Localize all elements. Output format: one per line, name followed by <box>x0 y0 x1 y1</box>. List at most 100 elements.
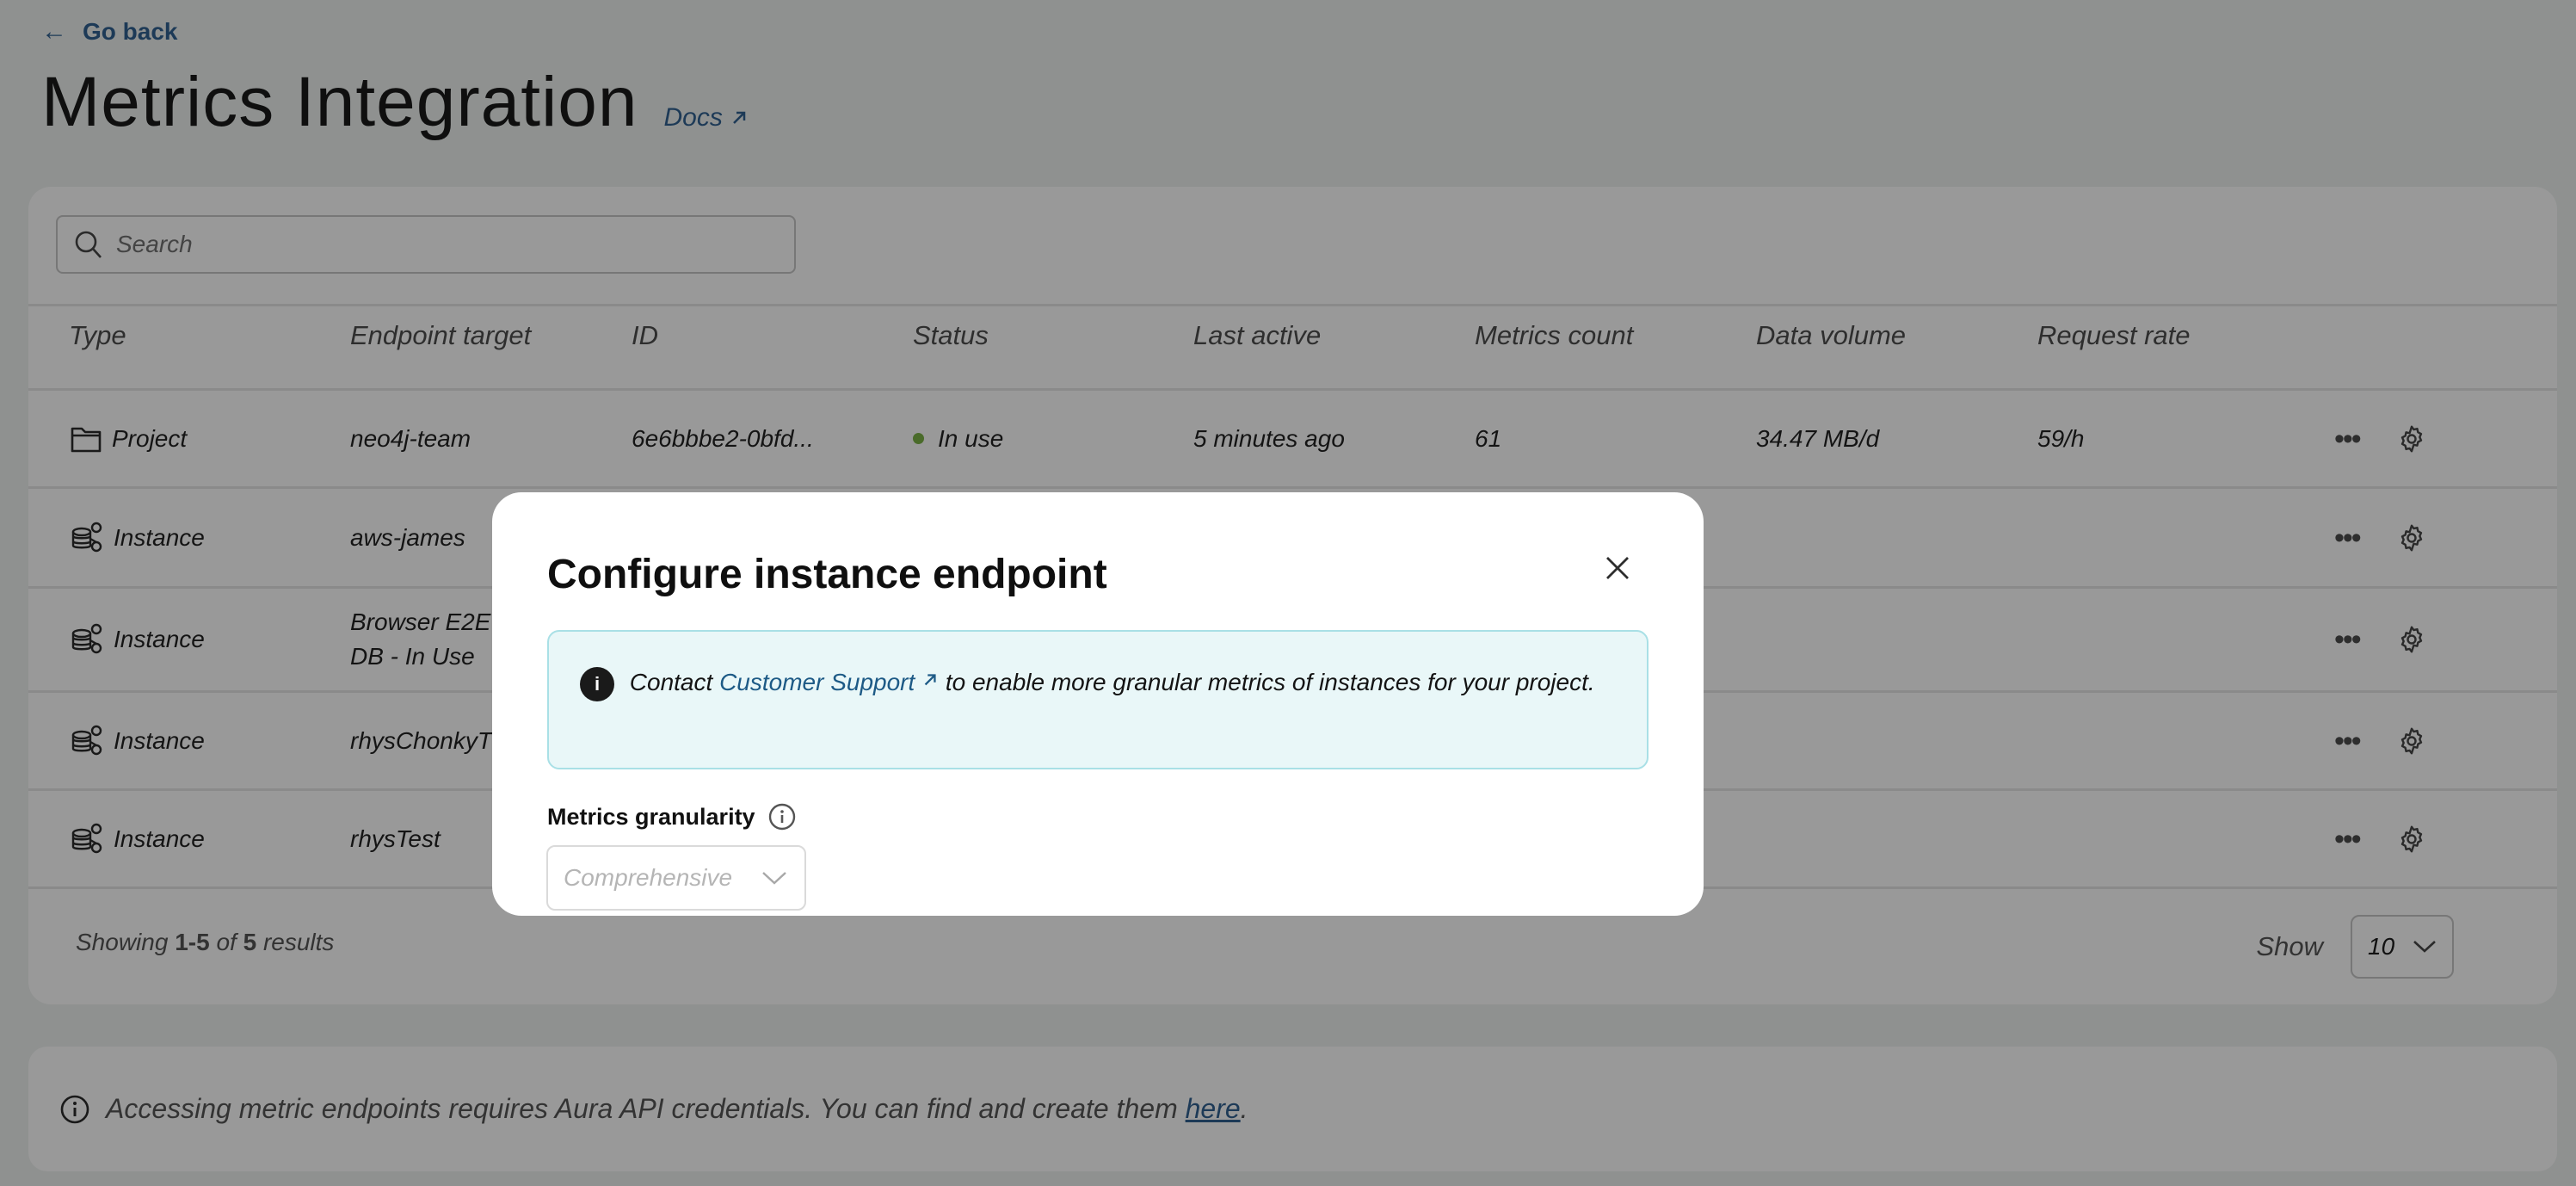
row-actions: ••• <box>2334 589 2427 690</box>
column-header-data-volume[interactable]: Data volume <box>1756 320 1906 351</box>
id-cell: 6e6bbbe2-0bfd... <box>632 424 814 452</box>
notice-message: Accessing metric endpoints requires Aura… <box>106 1093 1178 1124</box>
configure-endpoint-modal: Configure instance endpoint i Contact Cu… <box>492 492 1704 916</box>
search-input[interactable] <box>114 230 772 259</box>
field-label-text: Metrics granularity <box>547 803 755 830</box>
page-size-value: 10 <box>2368 933 2395 960</box>
search-field[interactable] <box>56 215 796 274</box>
endpoint-target-line2: DB - In Use <box>350 643 475 670</box>
notice-suffix: . <box>1240 1093 1248 1124</box>
type-cell: Instance <box>69 693 205 788</box>
gear-icon[interactable] <box>2396 423 2427 454</box>
info-filled-icon: i <box>580 666 614 701</box>
close-button[interactable] <box>1599 549 1636 587</box>
type-cell: Instance <box>69 589 205 690</box>
data-volume-cell: 34.47 MB/d <box>1756 424 1880 452</box>
external-link-icon <box>732 111 746 124</box>
close-icon <box>1606 557 1629 579</box>
type-cell: Instance <box>69 791 205 886</box>
page-size-select[interactable]: 10 <box>2351 915 2454 979</box>
search-icon <box>75 231 102 258</box>
info-prefix: Contact <box>629 669 713 695</box>
column-header-type[interactable]: Type <box>69 320 126 351</box>
chevron-down-icon <box>762 872 786 885</box>
status-badge: In use <box>938 424 1004 452</box>
row-actions: ••• <box>2334 693 2427 788</box>
credentials-here-link[interactable]: here <box>1186 1093 1241 1124</box>
go-back-link[interactable]: ← Go back <box>41 17 177 46</box>
type-label: Instance <box>114 626 205 652</box>
more-options-icon[interactable]: ••• <box>2334 726 2362 756</box>
results-summary: Showing 1-5 of 5 results <box>76 929 334 956</box>
customer-support-link[interactable]: Customer Support <box>719 669 939 695</box>
column-header-endpoint-target[interactable]: Endpoint target <box>350 320 531 351</box>
row-actions: ••• <box>2334 489 2427 586</box>
metrics-granularity-label: Metrics granularity <box>547 802 797 831</box>
title-row: Metrics Integration Docs <box>41 62 749 143</box>
gear-icon[interactable] <box>2396 522 2427 553</box>
info-callout: i Contact Customer Support to enable mor… <box>547 630 1649 769</box>
metrics-count-cell: 61 <box>1475 424 1502 452</box>
column-header-last-active[interactable]: Last active <box>1193 320 1321 351</box>
external-link-icon <box>924 674 936 686</box>
more-options-icon[interactable]: ••• <box>2334 424 2362 454</box>
column-header-metrics-count[interactable]: Metrics count <box>1475 320 1633 351</box>
arrow-left-icon: ← <box>41 17 67 46</box>
docs-label: Docs <box>663 103 723 132</box>
type-label: Project <box>112 424 188 452</box>
more-options-icon[interactable]: ••• <box>2334 825 2362 854</box>
endpoint-target-cell: rhysChonkyT <box>350 726 492 754</box>
info-suffix: to enable more granular metrics of insta… <box>945 669 1595 695</box>
column-header-request-rate[interactable]: Request rate <box>2037 320 2191 351</box>
instances-icon <box>71 522 102 552</box>
gear-icon[interactable] <box>2396 726 2427 757</box>
gear-icon[interactable] <box>2396 824 2427 855</box>
modal-title: Configure instance endpoint <box>547 552 1107 597</box>
divider <box>28 304 2557 306</box>
api-credentials-notice: Accessing metric endpoints requires Aura… <box>28 1047 2557 1171</box>
type-label: Instance <box>114 726 205 754</box>
table-row[interactable]: Project neo4j-team 6e6bbbe2-0bfd... In u… <box>28 391 2557 486</box>
endpoint-target-line1: Browser E2E <box>350 608 491 635</box>
last-active-cell: 5 minutes ago <box>1193 424 1345 452</box>
column-header-status[interactable]: Status <box>913 320 989 351</box>
request-rate-cell: 59/h <box>2037 424 2085 452</box>
info-icon <box>60 1095 89 1123</box>
results-total: 5 <box>243 929 257 955</box>
type-label: Instance <box>114 825 205 852</box>
type-label: Instance <box>114 523 205 551</box>
endpoint-target-cell: Browser E2E DB - In Use <box>350 589 490 690</box>
row-actions: ••• <box>2334 391 2427 486</box>
endpoint-target-cell: aws-james <box>350 523 465 551</box>
more-options-icon[interactable]: ••• <box>2334 523 2362 553</box>
show-label: Show <box>2256 931 2323 961</box>
gear-icon[interactable] <box>2396 624 2427 655</box>
more-options-icon[interactable]: ••• <box>2334 625 2362 654</box>
folder-icon <box>71 427 102 452</box>
endpoint-target-cell: rhysTest <box>350 825 441 852</box>
notice-text: Accessing metric endpoints requires Aura… <box>106 1093 1248 1125</box>
results-range: 1-5 <box>175 929 210 955</box>
info-tooltip-icon[interactable] <box>767 802 797 831</box>
granularity-value: Comprehensive <box>564 864 733 891</box>
page: ← Go back Metrics Integration Docs Type … <box>0 0 2576 1186</box>
page-size-control: Show 10 <box>2256 915 2454 979</box>
type-cell: Instance <box>69 489 205 586</box>
metrics-granularity-select[interactable]: Comprehensive <box>546 845 806 911</box>
type-cell: Project <box>69 391 187 486</box>
status-dot-icon <box>913 433 924 444</box>
column-header-id[interactable]: ID <box>632 320 658 351</box>
instances-icon <box>71 725 102 755</box>
row-actions: ••• <box>2334 791 2427 886</box>
docs-link[interactable]: Docs <box>664 103 749 133</box>
instances-icon <box>71 623 102 654</box>
endpoint-target-cell: neo4j-team <box>350 424 471 452</box>
of-label: of <box>216 929 237 955</box>
chevron-down-icon <box>2413 941 2436 953</box>
go-back-label: Go back <box>83 18 178 45</box>
page-title: Metrics Integration <box>41 63 638 141</box>
showing-label: Showing <box>76 929 169 955</box>
instances-icon <box>71 823 102 853</box>
customer-support-label: Customer Support <box>719 669 915 695</box>
results-label: results <box>262 929 335 955</box>
